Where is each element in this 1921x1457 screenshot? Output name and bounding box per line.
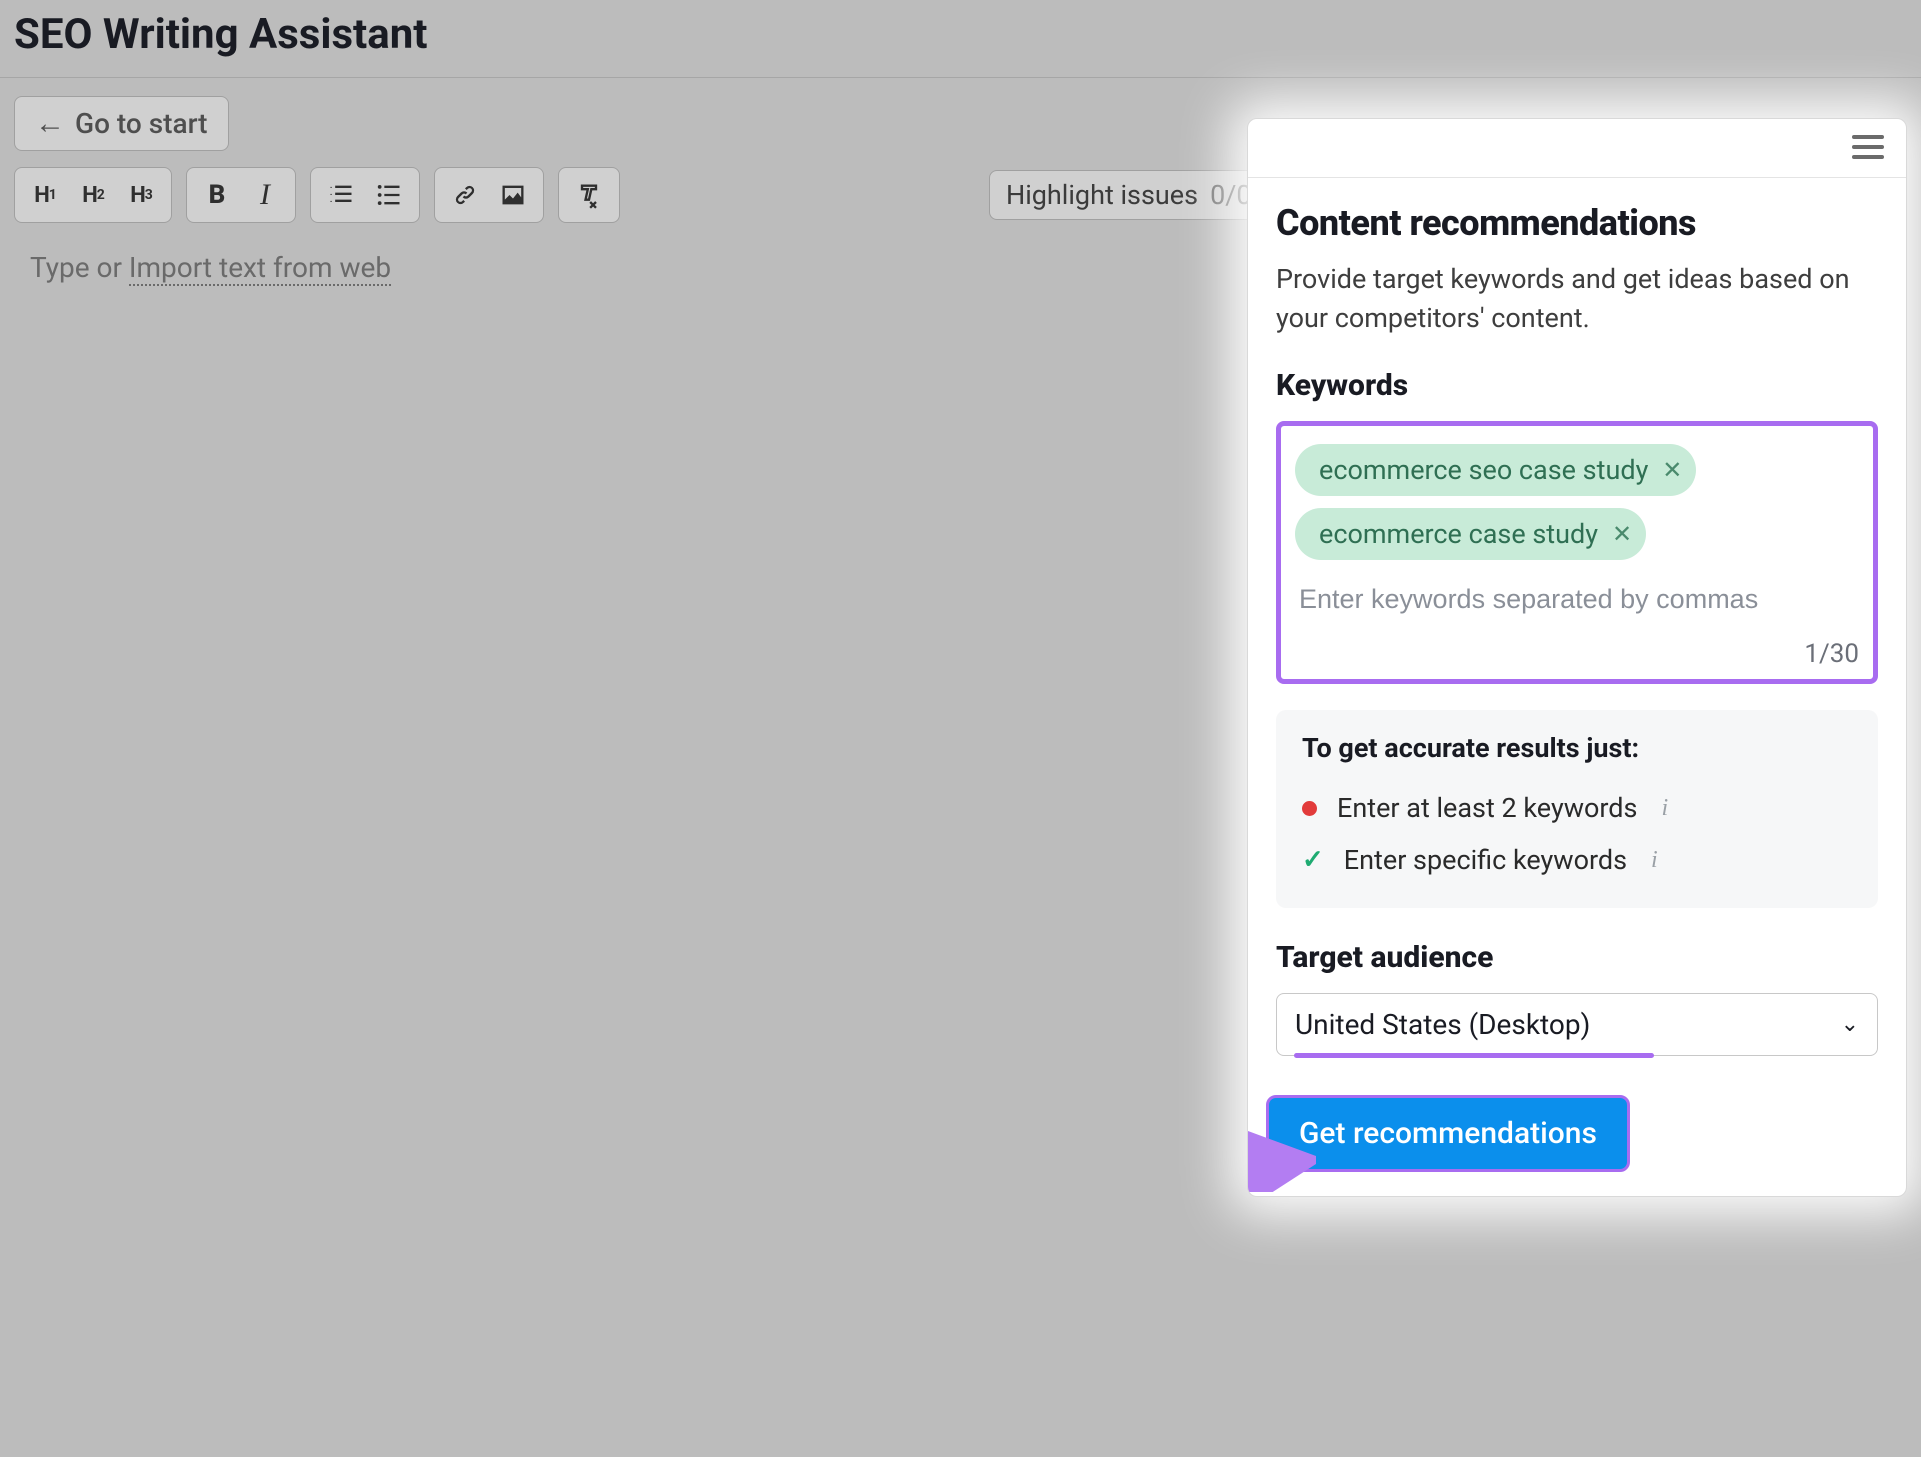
go-to-start-button[interactable]: ← Go to start xyxy=(14,96,229,151)
h3-button[interactable]: H3 xyxy=(117,172,165,218)
import-text-link[interactable]: Import text from web xyxy=(129,251,391,286)
go-to-start-label: Go to start xyxy=(75,107,208,140)
tip-row: ✓ Enter specific keywords i xyxy=(1302,834,1852,886)
h2-button[interactable]: H2 xyxy=(69,172,117,218)
arrow-left-icon: ← xyxy=(35,109,65,139)
editor-type-prefix: Type or xyxy=(30,251,129,284)
chevron-down-icon: ⌄ xyxy=(1841,1012,1859,1037)
get-recommendations-button[interactable]: Get recommendations xyxy=(1266,1095,1630,1172)
clear-format-button[interactable] xyxy=(565,172,613,218)
bold-button[interactable]: B xyxy=(193,172,241,218)
keyword-chip-label: ecommerce seo case study xyxy=(1319,454,1648,486)
target-audience-select[interactable]: United States (Desktop) ⌄ xyxy=(1276,993,1878,1056)
h1-button[interactable]: H1 xyxy=(21,172,69,218)
list-group xyxy=(310,167,420,223)
check-icon: ✓ xyxy=(1302,845,1324,875)
panel-title: Content recommendations xyxy=(1276,202,1878,244)
highlight-underline xyxy=(1294,1053,1654,1058)
tips-box: To get accurate results just: Enter at l… xyxy=(1276,710,1878,908)
heading-group: H1 H2 H3 xyxy=(14,167,172,223)
page-title: SEO Writing Assistant xyxy=(0,0,1921,77)
style-group: B I xyxy=(186,167,296,223)
ordered-list-button[interactable] xyxy=(317,172,365,218)
keyword-chip: ecommerce seo case study ✕ xyxy=(1295,444,1696,496)
status-dot-red-icon xyxy=(1302,801,1317,816)
target-audience-label: Target audience xyxy=(1276,940,1878,975)
recommendations-panel: Content recommendations Provide target k… xyxy=(1247,118,1907,1197)
keywords-label: Keywords xyxy=(1276,368,1878,403)
remove-chip-icon[interactable]: ✕ xyxy=(1658,456,1686,484)
link-button[interactable] xyxy=(441,172,489,218)
info-icon[interactable]: i xyxy=(1661,795,1668,822)
keywords-box: ecommerce seo case study ✕ ecommerce cas… xyxy=(1276,421,1878,684)
insert-group xyxy=(434,167,544,223)
italic-button[interactable]: I xyxy=(241,172,289,218)
highlight-issues-count: 0/0 xyxy=(1210,179,1252,211)
remove-chip-icon[interactable]: ✕ xyxy=(1608,520,1636,548)
keyword-chip: ecommerce case study ✕ xyxy=(1295,508,1646,560)
keyword-chip-label: ecommerce case study xyxy=(1319,518,1598,550)
tip-text: Enter specific keywords xyxy=(1344,844,1627,876)
keywords-counter: 1/30 xyxy=(1295,621,1859,669)
unordered-list-button[interactable] xyxy=(365,172,413,218)
highlight-issues-label: Highlight issues xyxy=(1006,179,1198,211)
image-button[interactable] xyxy=(489,172,537,218)
panel-menu-button[interactable] xyxy=(1852,135,1884,161)
tips-title: To get accurate results just: xyxy=(1302,732,1852,764)
target-audience-value: United States (Desktop) xyxy=(1295,1008,1590,1041)
panel-description: Provide target keywords and get ideas ba… xyxy=(1276,260,1878,338)
keywords-input[interactable] xyxy=(1295,578,1859,621)
tip-row: Enter at least 2 keywords i xyxy=(1302,782,1852,834)
clear-group xyxy=(558,167,620,223)
tip-text: Enter at least 2 keywords xyxy=(1337,792,1637,824)
info-icon[interactable]: i xyxy=(1651,847,1658,874)
